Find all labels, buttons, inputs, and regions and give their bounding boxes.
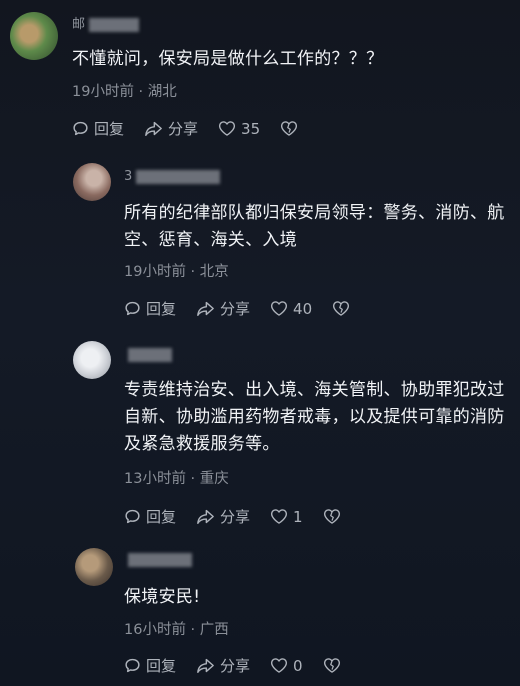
broken-heart-icon (323, 509, 340, 524)
share-button[interactable]: 分享 (196, 298, 250, 319)
heart-icon (270, 509, 288, 524)
username-redaction (128, 552, 192, 567)
like-button[interactable]: 1 (270, 508, 303, 526)
share-button[interactable]: 分享 (144, 118, 198, 139)
comment-text: 专责维持治安、出入境、海关管制、协助罪犯改过自新、协助滥用药物者戒毒，以及提供可… (124, 380, 505, 454)
comment-meta: 19小时前 · 湖北 (72, 84, 177, 100)
heart-icon (270, 301, 288, 316)
username[interactable] (124, 346, 172, 364)
share-icon (197, 301, 214, 317)
username-redaction (89, 17, 140, 32)
share-icon (197, 509, 214, 525)
comment-text: 不懂就问，保安局是做什么工作的？？？ (72, 49, 384, 69)
reply-icon (73, 121, 88, 136)
avatar[interactable] (10, 12, 58, 60)
dislike-button[interactable] (323, 508, 346, 525)
avatar[interactable] (75, 548, 113, 586)
comment-actions: 回复 分享 35 (72, 118, 303, 139)
broken-heart-icon (333, 301, 350, 316)
broken-heart-icon (323, 658, 340, 673)
comment-meta: 13小时前 · 重庆 (124, 471, 229, 487)
heart-icon (218, 121, 236, 136)
like-button[interactable]: 0 (270, 657, 303, 675)
reply-button[interactable]: 回复 (124, 298, 176, 319)
comment-text: 所有的纪律部队都归保安局领导：警务、消防、航空、惩育、海关、入境 (124, 203, 505, 250)
share-icon (197, 658, 214, 674)
username[interactable] (124, 551, 192, 569)
username[interactable]: 3 (124, 168, 221, 186)
username-redaction (128, 347, 172, 362)
like-button[interactable]: 40 (270, 300, 312, 318)
comment-actions: 回复 分享 1 (124, 506, 346, 527)
reply-button[interactable]: 回复 (124, 655, 176, 676)
heart-icon (270, 658, 288, 673)
reply-icon (125, 658, 140, 673)
comment-meta: 19小时前 · 北京 (124, 264, 229, 280)
dislike-button[interactable] (332, 300, 355, 317)
share-button[interactable]: 分享 (196, 506, 250, 527)
share-icon (145, 121, 162, 137)
broken-heart-icon (281, 121, 298, 136)
username[interactable]: 邮 (72, 16, 140, 34)
comment-text: 保境安民! (124, 587, 201, 607)
username-redaction (136, 169, 221, 184)
comment-meta: 16小时前 · 广西 (124, 622, 229, 638)
comment-actions: 回复 分享 40 (124, 298, 355, 319)
dislike-button[interactable] (323, 657, 346, 674)
reply-button[interactable]: 回复 (124, 506, 176, 527)
reply-button[interactable]: 回复 (72, 118, 124, 139)
share-button[interactable]: 分享 (196, 655, 250, 676)
reply-icon (125, 509, 140, 524)
avatar[interactable] (73, 341, 111, 379)
comment-actions: 回复 分享 0 (124, 655, 346, 676)
avatar[interactable] (73, 163, 111, 201)
reply-icon (125, 301, 140, 316)
dislike-button[interactable] (280, 120, 303, 137)
like-button[interactable]: 35 (218, 120, 260, 138)
